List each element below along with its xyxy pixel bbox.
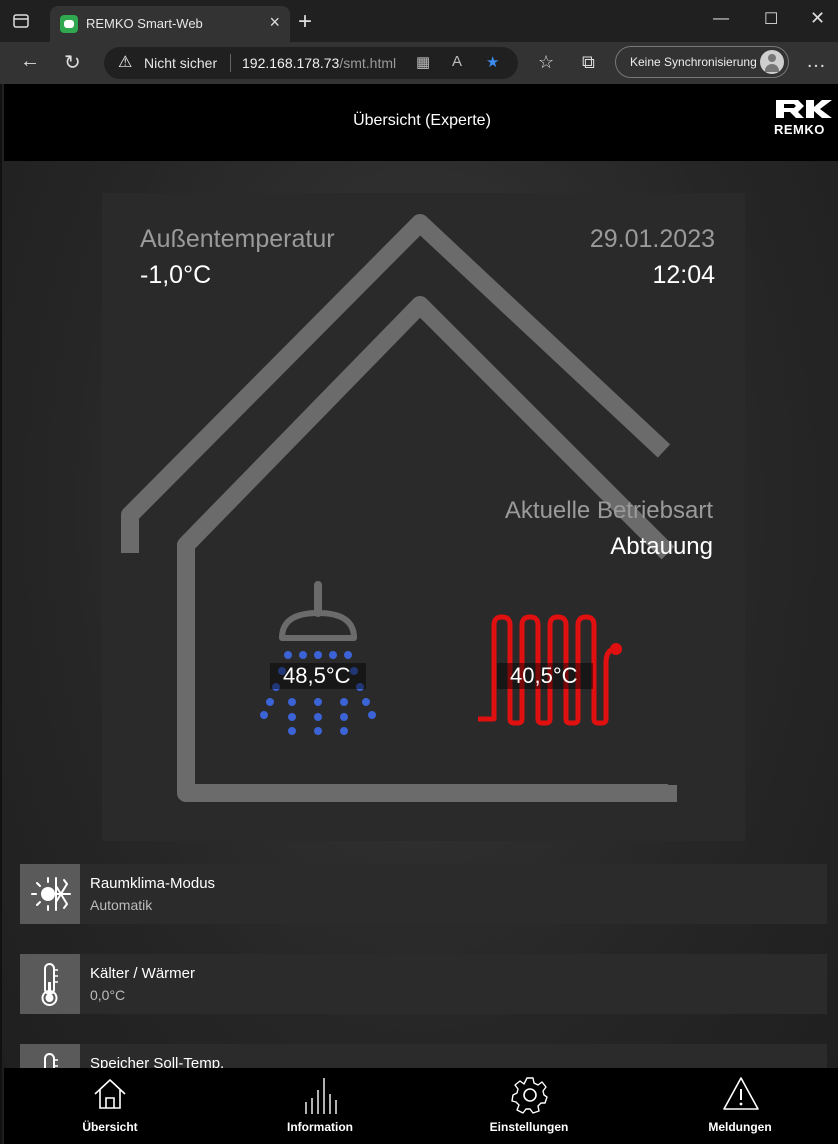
outside-temp-value: -1,0°C xyxy=(140,261,212,289)
close-window-icon[interactable]: ✕ xyxy=(810,8,825,29)
thermometer-icon xyxy=(20,1044,80,1068)
nav-item-overview[interactable]: Übersicht xyxy=(30,1068,190,1144)
more-menu-icon[interactable]: … xyxy=(806,50,826,73)
security-label: Nicht sicher xyxy=(144,55,218,71)
shower-icon xyxy=(279,581,357,641)
nav-label: Meldungen xyxy=(708,1120,772,1134)
bottom-nav: Übersicht Information Einstellungen Meld… xyxy=(4,1068,838,1144)
browser-address-bar: ← ↻ ⚠ Nicht sicher 192.168.178.73/smt.ht… xyxy=(0,42,838,84)
page-title: Übersicht (Experte) xyxy=(353,112,491,129)
url-field[interactable]: ⚠ Nicht sicher 192.168.178.73/smt.html ▦… xyxy=(104,47,518,79)
browser-tab[interactable]: REMKO Smart-Web × xyxy=(50,6,290,42)
browser-tab-bar: REMKO Smart-Web × + — ☐ ✕ xyxy=(0,0,838,42)
list-item-title: Speicher Soll-Temp. xyxy=(90,1055,225,1068)
outside-temp-label: Außentemperatur xyxy=(140,225,335,253)
remko-logo[interactable]: REMKO xyxy=(774,98,834,140)
list-item-value: 0,0°C xyxy=(90,987,126,1003)
logo-text: REMKO xyxy=(774,122,825,137)
bars-icon xyxy=(305,1078,337,1114)
mode-value: Abtauung xyxy=(610,533,713,560)
warning-icon xyxy=(723,1077,759,1110)
list-item-room-climate[interactable]: Raumklima-Modus Automatik xyxy=(20,864,827,924)
sync-label: Keine Synchronisierung xyxy=(630,55,757,69)
url-host: 192.168.178.73 xyxy=(242,55,340,71)
time-label: 12:04 xyxy=(652,261,715,289)
nav-label: Einstellungen xyxy=(489,1120,569,1134)
sun-snowflake-icon xyxy=(20,864,80,924)
overview-panel: Außentemperatur -1,0°C 29.01.2023 12:04 … xyxy=(102,193,745,841)
list-item-storage-target-temp[interactable]: Speicher Soll-Temp. xyxy=(20,1044,827,1068)
new-tab-icon[interactable]: + xyxy=(298,8,312,36)
app-header: Übersicht (Experte) REMKO xyxy=(4,84,838,161)
sync-button[interactable]: Keine Synchronisierung xyxy=(615,46,789,78)
mode-label: Aktuelle Betriebsart xyxy=(504,497,713,524)
list-item-colder-warmer[interactable]: Kälter / Wärmer 0,0°C xyxy=(20,954,827,1014)
list-item-title: Kälter / Wärmer xyxy=(90,965,196,982)
favorite-star-icon[interactable]: ★ xyxy=(486,53,499,71)
read-aloud-icon[interactable]: A xyxy=(452,53,462,70)
url-text: 192.168.178.73/smt.html xyxy=(242,55,396,71)
url-path: /smt.html xyxy=(339,55,397,71)
profile-avatar xyxy=(760,50,784,74)
tab-actions-icon[interactable] xyxy=(12,12,30,30)
tab-title: REMKO Smart-Web xyxy=(86,16,203,31)
back-icon[interactable]: ← xyxy=(20,50,40,73)
list-item-value: Automatik xyxy=(90,897,153,913)
nav-item-settings[interactable]: Einstellungen xyxy=(449,1068,609,1144)
nav-label: Übersicht xyxy=(82,1120,138,1134)
collections-icon[interactable]: ⧉ xyxy=(582,52,595,73)
url-divider xyxy=(230,54,231,72)
page: Übersicht (Experte) REMKO Außentemperatu… xyxy=(0,84,838,1144)
remko-favicon-icon xyxy=(60,15,78,33)
heating-temp: 40,5°C xyxy=(510,663,578,688)
minimize-icon[interactable]: — xyxy=(713,10,729,28)
home-icon xyxy=(94,1079,126,1109)
refresh-icon[interactable]: ↻ xyxy=(64,50,81,75)
qr-code-icon[interactable]: ▦ xyxy=(416,53,430,71)
date-label: 29.01.2023 xyxy=(589,225,715,253)
remko-logo-mark-icon xyxy=(776,100,832,118)
maximize-icon[interactable]: ☐ xyxy=(764,9,778,29)
hot-water-temp: 48,5°C xyxy=(283,663,351,688)
list-item-title: Raumklima-Modus xyxy=(90,875,216,892)
close-tab-icon[interactable]: × xyxy=(269,12,280,33)
thermometer-icon xyxy=(20,954,80,1014)
nav-label: Information xyxy=(287,1120,353,1134)
gear-icon xyxy=(511,1077,548,1114)
nav-item-messages[interactable]: Meldungen xyxy=(660,1068,820,1144)
favorites-icon[interactable]: ☆ xyxy=(538,52,554,73)
nav-item-information[interactable]: Information xyxy=(240,1068,400,1144)
warning-icon: ⚠ xyxy=(118,54,133,71)
